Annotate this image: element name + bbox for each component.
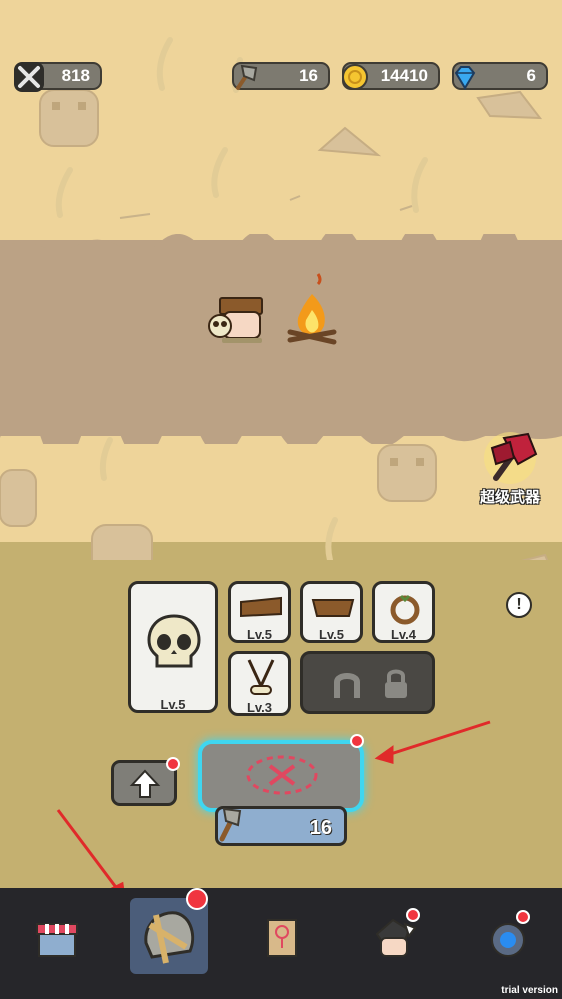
- map-icon: [267, 919, 297, 957]
- horseshoe-icon: [334, 673, 360, 698]
- exclamation-icon: !: [516, 596, 522, 613]
- slot-2-level: Lv.5: [318, 627, 345, 642]
- campfire: [287, 273, 337, 345]
- shop-icon: [36, 923, 78, 957]
- stone-axe-value: 16: [299, 66, 318, 85]
- gold-value: 14410: [380, 66, 428, 85]
- stone-axe-icon: [236, 64, 258, 90]
- gold-coin-icon: [342, 64, 368, 90]
- slot-3-level: Lv.4: [390, 627, 417, 642]
- diamond-icon: [454, 66, 476, 90]
- helmet-icon: [144, 911, 195, 964]
- bone-necklace-icon: [247, 659, 275, 695]
- gem-value: 6: [526, 66, 536, 85]
- info-button[interactable]: !: [506, 592, 532, 618]
- equipment-main-slot[interactable]: Lv.5: [128, 581, 218, 713]
- skull-icon: [147, 614, 201, 668]
- nav-shop-tab[interactable]: [25, 906, 89, 970]
- slot-1-level: Lv.5: [246, 627, 273, 642]
- stone-axe-counter: 16: [232, 62, 330, 90]
- wood-bowl-icon: [311, 599, 355, 617]
- nav-forge-tab[interactable]: [130, 888, 208, 974]
- forge-tab-notification-dot: [186, 888, 208, 910]
- bottom-nav: trial version: [0, 888, 562, 999]
- equipment-slot-1[interactable]: Lv.5: [228, 581, 291, 643]
- trial-watermark: trial version: [501, 985, 558, 996]
- heroes-notification-dot: [406, 908, 420, 922]
- lock-icon: [385, 669, 407, 698]
- nav-portal-tab[interactable]: [476, 906, 540, 970]
- equipment-slot-2[interactable]: Lv.5: [300, 581, 363, 643]
- power-value: 818: [61, 66, 90, 85]
- crossed-swords-icon: [14, 62, 44, 92]
- power-counter: 818: [14, 62, 102, 92]
- wood-plank-icon: [240, 596, 282, 618]
- special-weapon-axe-icon: [484, 432, 538, 484]
- portal-notification-dot: [516, 910, 530, 924]
- tutorial-arrows: [56, 720, 491, 901]
- special-weapon-label: 超级武器: [479, 489, 540, 506]
- gem-counter: 6: [452, 62, 548, 90]
- ring-icon: [390, 594, 420, 625]
- hero-character: [208, 297, 263, 343]
- nav-heroes-tab[interactable]: [362, 906, 426, 970]
- gold-counter: 14410: [342, 62, 440, 90]
- equipment-slot-3[interactable]: Lv.4: [372, 581, 435, 643]
- special-weapon-button[interactable]: 超级武器: [470, 428, 550, 510]
- nav-map-tab[interactable]: [250, 906, 314, 970]
